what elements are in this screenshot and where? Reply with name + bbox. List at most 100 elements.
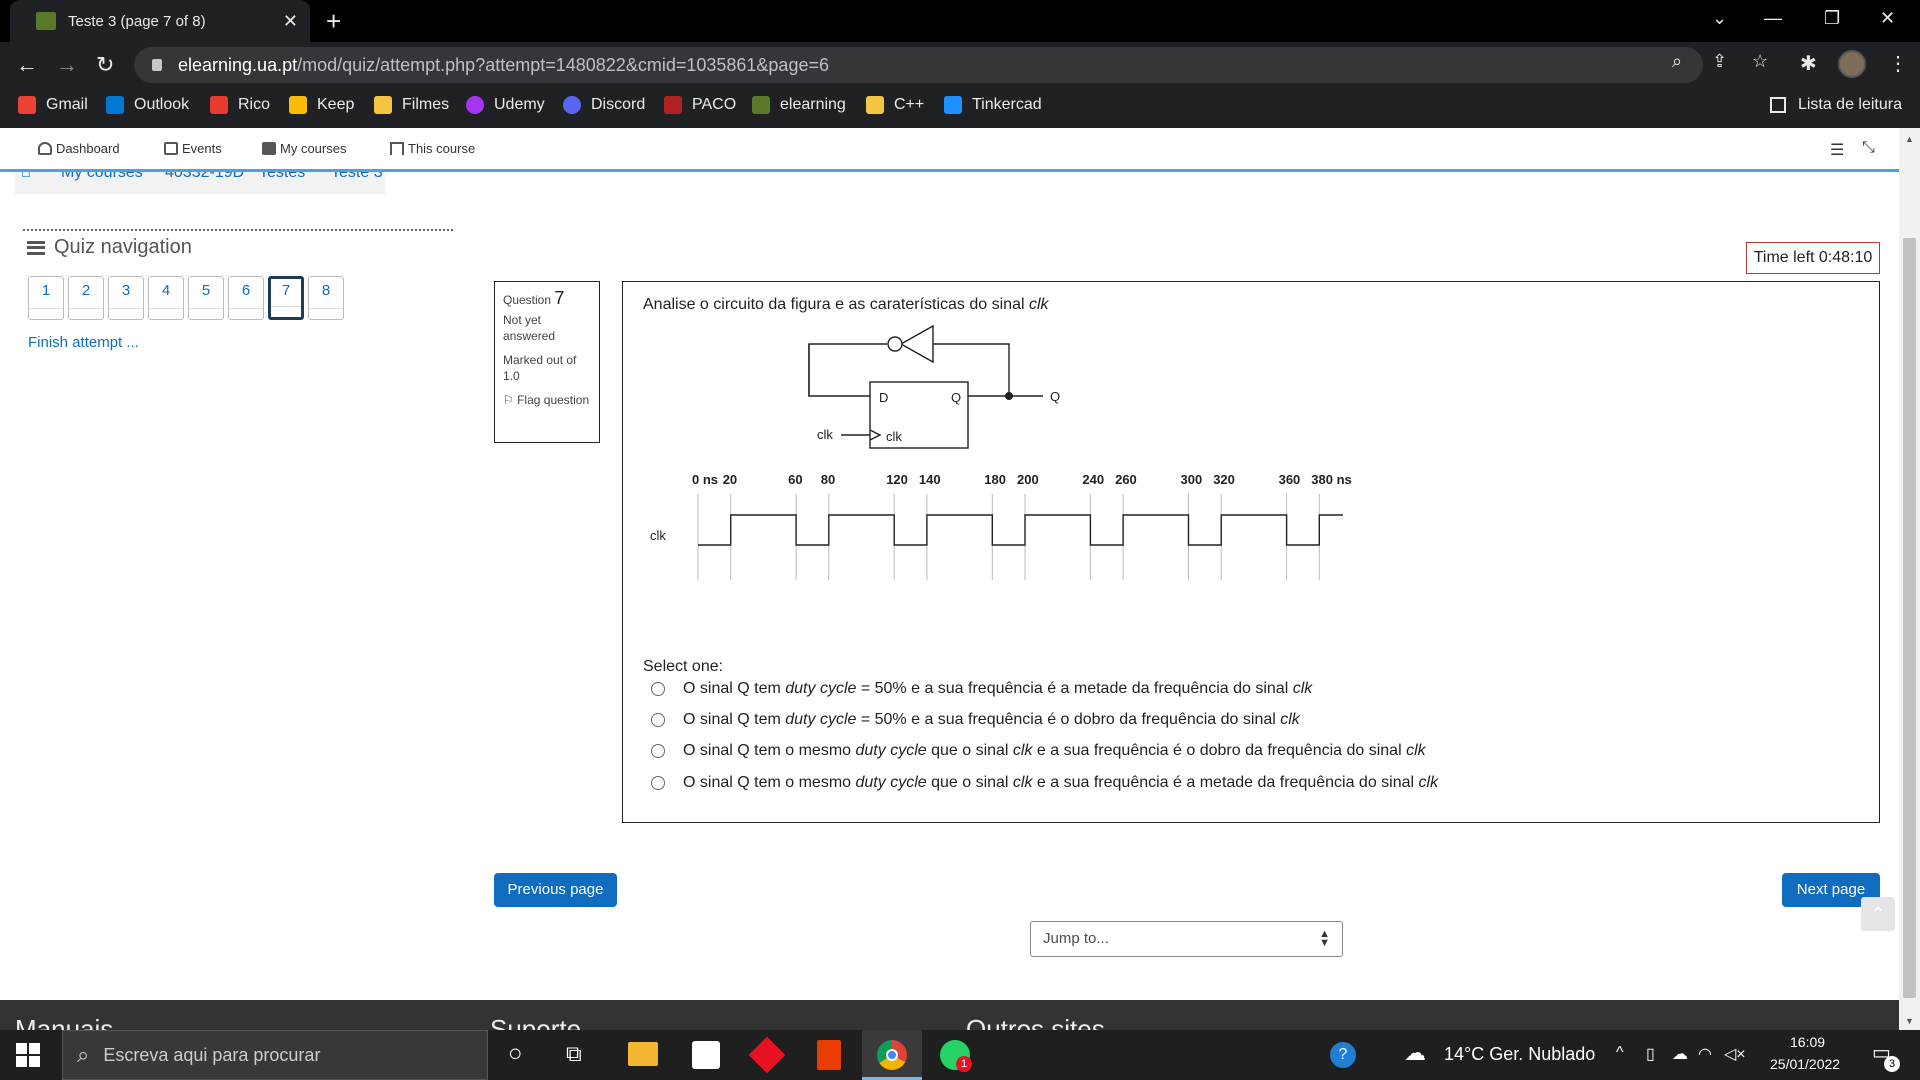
option-text: O sinal Q tem duty cycle = 50% e a sua f… xyxy=(683,711,1300,728)
office-icon[interactable] xyxy=(817,1040,841,1070)
scroll-up-icon[interactable]: ▲ xyxy=(1905,134,1914,144)
wave-clk-label: clk xyxy=(650,528,666,543)
back-icon[interactable]: ← xyxy=(16,52,38,78)
share-icon[interactable]: ⇪ xyxy=(1712,51,1727,72)
nav-events[interactable]: Events xyxy=(164,141,222,156)
bookmark-elearning[interactable]: elearning xyxy=(752,88,846,122)
radio-button[interactable] xyxy=(651,682,665,696)
taskbar-search[interactable]: ⌕ Escreva aqui para procurar xyxy=(62,1030,488,1080)
menu-icon[interactable]: ⋮ xyxy=(1888,51,1908,76)
breadcrumb-item[interactable]: Teste 3 xyxy=(331,172,383,182)
breadcrumb-item[interactable]: Testes xyxy=(259,172,305,182)
scroll-to-top-button[interactable]: ⌃ xyxy=(1861,897,1895,931)
star-icon[interactable]: ☆ xyxy=(1752,51,1768,72)
option-text: O sinal Q tem o mesmo duty cycle que o s… xyxy=(683,742,1426,759)
url-path: /mod/quiz/attempt.php?attempt=1480822&cm… xyxy=(297,54,829,75)
list-icon[interactable]: ☰ xyxy=(1830,140,1844,160)
weather-text[interactable]: 14°C Ger. Nublado xyxy=(1444,1044,1595,1065)
answer-option-4[interactable]: O sinal Q tem o mesmo duty cycle que o s… xyxy=(651,774,1438,792)
quiz-nav-question-5[interactable]: 5 xyxy=(188,276,224,320)
bookmark-label: Rico xyxy=(238,96,271,113)
answer-option-3[interactable]: O sinal Q tem o mesmo duty cycle que o s… xyxy=(651,742,1426,760)
answer-option-2[interactable]: O sinal Q tem duty cycle = 50% e a sua f… xyxy=(651,711,1300,729)
wifi-icon[interactable]: ◠ xyxy=(1698,1044,1712,1064)
quiz-nav-question-3[interactable]: 3 xyxy=(108,276,144,320)
volume-muted-icon[interactable]: ◁× xyxy=(1724,1044,1746,1064)
bookmark-discord[interactable]: Discord xyxy=(563,88,645,122)
quiz-nav-question-8[interactable]: 8 xyxy=(308,276,344,320)
previous-page-button[interactable]: Previous page xyxy=(494,873,617,907)
jump-to-select[interactable]: Jump to... ▲ ▼ xyxy=(1030,921,1343,957)
quiz-nav-question-4[interactable]: 4 xyxy=(148,276,184,320)
lock-icon[interactable] xyxy=(152,59,162,71)
quiz-nav-question-7[interactable]: 7 xyxy=(268,276,304,320)
bookmark-label: Gmail xyxy=(46,96,88,113)
time-gridlines xyxy=(697,494,1320,580)
close-tab-icon[interactable]: ✕ xyxy=(283,11,298,32)
breadcrumb-item[interactable]: 40332-19D xyxy=(165,172,244,182)
bookmark-cpp[interactable]: C++ xyxy=(866,88,924,122)
new-tab-button[interactable]: + xyxy=(326,6,341,37)
clk-waveform xyxy=(698,514,1343,546)
bookmark-tinkercad[interactable]: Tinkercad xyxy=(944,88,1042,122)
search-placeholder: Escreva aqui para procurar xyxy=(103,1044,321,1065)
reading-list-label: Lista de leitura xyxy=(1797,96,1902,113)
bookmark-gmail[interactable]: Gmail xyxy=(18,88,88,122)
restore-icon[interactable]: ❐ xyxy=(1824,8,1840,29)
tray-chevron-icon[interactable]: ^ xyxy=(1616,1044,1624,1062)
quiz-nav-question-2[interactable]: 2 xyxy=(68,276,104,320)
bookmark-outlook[interactable]: Outlook xyxy=(106,88,189,122)
page-scrollbar[interactable]: ▲ ▼ xyxy=(1899,128,1920,1030)
cortana-icon[interactable]: ○ xyxy=(508,1040,523,1068)
onedrive-icon[interactable]: ☁ xyxy=(1672,1044,1688,1064)
nav-this-course[interactable]: This course xyxy=(390,141,475,156)
footer-heading: Suporte xyxy=(490,1014,582,1030)
help-icon[interactable]: ? xyxy=(1330,1042,1356,1068)
nav-my-courses[interactable]: My courses xyxy=(262,141,346,156)
reading-list-button[interactable]: Lista de leitura xyxy=(1769,96,1902,114)
radio-button[interactable] xyxy=(651,744,665,758)
time-label: 20 xyxy=(723,472,737,487)
radio-button[interactable] xyxy=(651,776,665,790)
time-label: 180 xyxy=(984,472,1006,487)
clock-date[interactable]: 25/01/2022 xyxy=(1770,1056,1840,1072)
quiz-nav-question-1[interactable]: 1 xyxy=(28,276,64,320)
breadcrumb-item[interactable]: My courses xyxy=(61,172,143,182)
answer-option-1[interactable]: O sinal Q tem duty cycle = 50% e a sua f… xyxy=(651,680,1312,698)
browser-tab[interactable]: Teste 3 (page 7 of 8) ✕ xyxy=(10,0,310,42)
bookmark-udemy[interactable]: Udemy xyxy=(466,88,545,122)
radio-button[interactable] xyxy=(651,713,665,727)
tab-title: Teste 3 (page 7 of 8) xyxy=(68,12,206,30)
chrome-taskbar-button[interactable] xyxy=(862,1030,922,1080)
nav-dashboard[interactable]: Dashboard xyxy=(38,141,120,156)
extensions-icon[interactable]: ✱ xyxy=(1800,51,1817,76)
bookmark-rico[interactable]: Rico xyxy=(210,88,270,122)
task-view-icon[interactable]: ⧉ xyxy=(566,1041,582,1067)
bookmark-keep[interactable]: Keep xyxy=(289,88,354,122)
bookmark-paco[interactable]: PACO xyxy=(664,88,736,122)
windows-taskbar: ⌕ Escreva aqui para procurar ○ ⧉ 1 ? ☁ 1… xyxy=(0,1030,1920,1080)
bookmark-filmes[interactable]: Filmes xyxy=(374,88,449,122)
collapse-icon[interactable]: ⤡ xyxy=(1862,139,1875,157)
flag-question[interactable]: ⚐ Flag question xyxy=(503,392,591,408)
finish-attempt-link[interactable]: Finish attempt ... xyxy=(28,334,139,351)
profile-avatar[interactable] xyxy=(1838,50,1866,78)
nav-label: My courses xyxy=(280,141,347,156)
file-explorer-icon[interactable] xyxy=(628,1042,658,1066)
forward-icon[interactable]: → xyxy=(56,52,78,78)
microsoft-store-icon[interactable] xyxy=(692,1041,720,1069)
url-field[interactable]: elearning.ua.pt/mod/quiz/attempt.php?att… xyxy=(134,47,1703,83)
reload-icon[interactable]: ↻ xyxy=(96,52,114,78)
windows-start-icon[interactable] xyxy=(16,1043,40,1067)
minimize-icon[interactable]: — xyxy=(1764,8,1782,29)
home-icon[interactable]: ⌂ xyxy=(21,172,31,182)
tray-device-icon[interactable]: ▯ xyxy=(1646,1044,1655,1064)
clock-time[interactable]: 16:09 xyxy=(1790,1034,1825,1050)
close-window-icon[interactable]: ✕ xyxy=(1880,8,1895,29)
quiz-nav-question-6[interactable]: 6 xyxy=(228,276,264,320)
zoom-icon[interactable]: ⌕ xyxy=(1672,51,1682,72)
scrollbar-thumb[interactable] xyxy=(1903,238,1916,998)
scroll-down-icon[interactable]: ▼ xyxy=(1905,1016,1914,1026)
tab-search-icon[interactable]: ⌄ xyxy=(1712,8,1727,29)
app-icon[interactable] xyxy=(748,1036,786,1074)
